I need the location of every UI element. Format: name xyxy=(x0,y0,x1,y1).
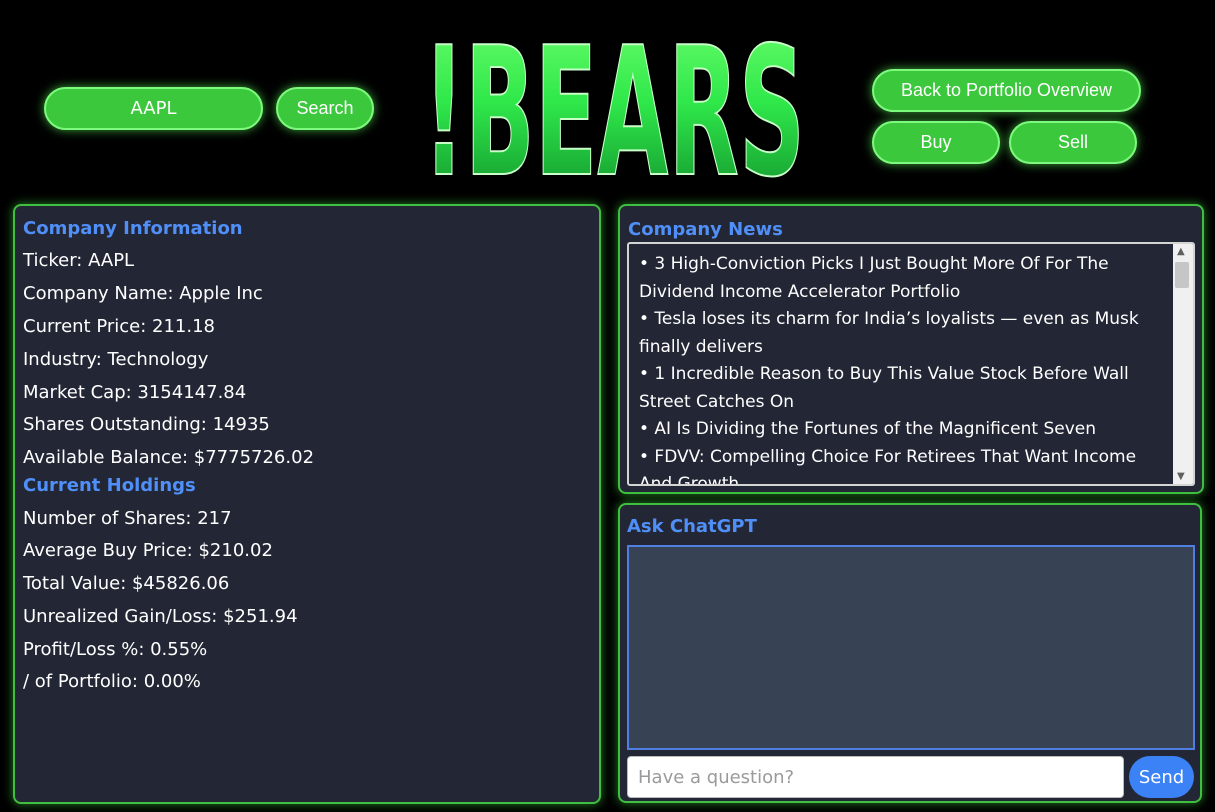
info-company-name: Company Name: Apple Inc xyxy=(23,283,263,304)
scrollbar-thumb[interactable] xyxy=(1175,262,1189,288)
send-button[interactable]: Send xyxy=(1129,756,1194,798)
holding-portfolio-pct: / of Portfolio: 0.00% xyxy=(23,671,201,692)
ask-chatgpt-heading: Ask ChatGPT xyxy=(627,516,757,537)
info-current-price: Current Price: 211.18 xyxy=(23,316,216,337)
news-item[interactable]: • Tesla loses its charm for India’s loya… xyxy=(639,306,1164,361)
info-ticker: Ticker: AAPL xyxy=(23,250,135,271)
company-news-heading: Company News xyxy=(628,219,783,240)
news-item[interactable]: • FDVV: Compelling Choice For Retirees T… xyxy=(639,444,1164,485)
info-shares-outstanding: Shares Outstanding: 14935 xyxy=(23,414,270,435)
question-input[interactable] xyxy=(627,756,1124,798)
news-item[interactable]: • 3 High-Conviction Picks I Just Bought … xyxy=(639,251,1164,306)
news-item[interactable]: • 1 Incredible Reason to Buy This Value … xyxy=(639,361,1164,416)
info-industry: Industry: Technology xyxy=(23,349,209,370)
bears-logo: !BEARS xyxy=(422,22,806,184)
company-info-heading: Company Information xyxy=(23,218,243,239)
chat-response-area[interactable] xyxy=(627,545,1195,750)
company-info-panel: Company Information Ticker: AAPL Company… xyxy=(13,204,601,804)
ask-chatgpt-panel: Ask ChatGPT Send xyxy=(618,503,1202,803)
chevron-down-icon[interactable]: ▼ xyxy=(1177,471,1185,482)
holding-unrealized-gain: Unrealized Gain/Loss: $251.94 xyxy=(23,606,298,627)
news-scrollbar[interactable]: ▲ ▼ xyxy=(1173,244,1193,484)
holding-profit-loss-pct: Profit/Loss %: 0.55% xyxy=(23,639,208,660)
company-news-panel: Company News • 3 High-Conviction Picks I… xyxy=(618,204,1204,494)
sell-button[interactable]: Sell xyxy=(1009,121,1137,164)
holding-avg-price: Average Buy Price: $210.02 xyxy=(23,540,273,561)
info-available-balance: Available Balance: $7775726.02 xyxy=(23,447,315,468)
news-list-box[interactable]: • 3 High-Conviction Picks I Just Bought … xyxy=(627,242,1195,486)
info-market-cap: Market Cap: 3154147.84 xyxy=(23,382,247,403)
holding-shares: Number of Shares: 217 xyxy=(23,508,232,529)
ticker-search-input[interactable] xyxy=(44,87,263,130)
holdings-heading: Current Holdings xyxy=(23,475,196,496)
news-item[interactable]: • AI Is Dividing the Fortunes of the Mag… xyxy=(639,416,1164,444)
logo-wordmark: !BEARS xyxy=(423,22,805,184)
holding-total-value: Total Value: $45826.06 xyxy=(23,573,230,594)
news-list: • 3 High-Conviction Picks I Just Bought … xyxy=(639,251,1164,485)
back-to-portfolio-button[interactable]: Back to Portfolio Overview xyxy=(872,69,1141,112)
buy-button[interactable]: Buy xyxy=(872,121,1000,164)
chevron-up-icon[interactable]: ▲ xyxy=(1177,246,1185,257)
search-button[interactable]: Search xyxy=(276,87,374,130)
stock-detail-app: Search !BEARS Back to Portfolio Overview… xyxy=(0,0,1215,812)
